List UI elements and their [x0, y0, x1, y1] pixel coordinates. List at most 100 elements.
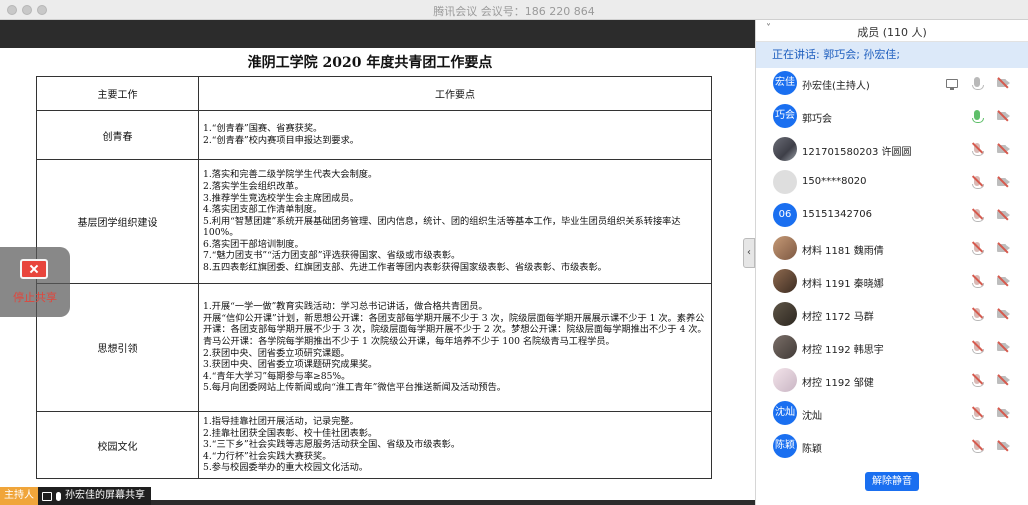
stop-share-icon: [20, 259, 48, 279]
camera-off-icon[interactable]: [997, 442, 1010, 450]
member-row[interactable]: 材料 1191 秦晓娜: [756, 266, 1028, 299]
member-row[interactable]: 材料 1181 魏雨倩: [756, 233, 1028, 266]
table-row: 创青春 1.“创青春”国赛、省赛获奖。 2.“创青春”校内赛项目申报达到要求。: [36, 110, 712, 160]
camera-off-icon[interactable]: [997, 145, 1010, 153]
avatar: [773, 335, 797, 359]
work-point-item: 5.利用“智慧团建”系统开展基础团务管理、团内信息，统计、团的组织生活等基本工作…: [203, 215, 681, 239]
member-name: 150****8020: [802, 176, 867, 187]
member-name: 15151342706: [802, 209, 872, 220]
mic-muted-icon[interactable]: [972, 275, 984, 288]
mic-muted-icon[interactable]: [972, 209, 984, 222]
share-status-bar: 主持人 孙宏佳的屏幕共享: [0, 487, 151, 505]
member-row[interactable]: 材控 1192 邹健: [756, 365, 1028, 398]
member-row[interactable]: 沈灿 沈灿: [756, 398, 1028, 431]
mic-muted-icon[interactable]: [972, 242, 984, 255]
members-panel: ˅ 成员 (110 人) 正在讲话: 郭巧会; 孙宏佳; 宏佳 孙宏佳(主持人) 巧…: [755, 20, 1028, 505]
members-panel-header: ˅ 成员 (110 人): [756, 20, 1028, 42]
table-header-row: 主要工作 工作要点: [36, 76, 712, 111]
mic-muted-icon[interactable]: [972, 176, 984, 189]
title-bar: 腾讯会议 会议号：186 220 864: [0, 0, 1028, 20]
screen-share-icon: [946, 79, 958, 90]
mic-muted-icon[interactable]: [972, 407, 984, 420]
shared-document: 淮阴工学院 2020 年度共青团工作要点 主要工作 工作要点 创青春 1.“创青春…: [0, 48, 755, 500]
work-points: 1.指导挂靠社团开展活动，记录完整。 2.挂靠社团获全国表彰、校十佳社团表彰。 3.…: [198, 411, 712, 479]
member-row[interactable]: 150****8020: [756, 167, 1028, 200]
work-point-item: 2.挂靠社团获全国表彰、校十佳社团表彰。: [203, 427, 378, 439]
member-row[interactable]: 06 15151342706: [756, 200, 1028, 233]
camera-off-icon[interactable]: [997, 343, 1010, 351]
screen-share-icon: [42, 491, 52, 501]
members-panel-title: 成员 (110 人): [857, 26, 927, 39]
avatar: 沈灿: [773, 401, 797, 425]
collapse-panel-handle[interactable]: ‹: [743, 238, 755, 268]
work-point-item: 1.指导挂靠社团开展活动，记录完整。: [203, 416, 359, 428]
microphone-icon[interactable]: [972, 110, 984, 123]
share-info: 孙宏佳的屏幕共享: [38, 487, 151, 505]
camera-off-icon[interactable]: [997, 112, 1010, 120]
member-name: 材料 1191 秦晓娜: [802, 279, 884, 290]
member-row[interactable]: 巧会 郭巧会: [756, 101, 1028, 134]
member-row[interactable]: 材控 1192 韩思宇: [756, 332, 1028, 365]
camera-off-icon[interactable]: [997, 178, 1010, 186]
member-row[interactable]: 121701580203 许圆圆: [756, 134, 1028, 167]
work-point-item: 1.“创青春”国赛、省赛获奖。: [203, 123, 323, 135]
work-point-item: 7.“魅力团支书”“活力团支部”评选获得国家、省级或市级表彰。: [203, 250, 461, 262]
work-point-item: 2.获团中央、团省委立项研究课题。: [203, 347, 350, 359]
avatar: 陈颖: [773, 434, 797, 458]
member-name: 陈颖: [802, 444, 822, 455]
meeting-window: 腾讯会议 会议号：186 220 864 淮阴工学院 2020 年度共青团工作要…: [0, 0, 1028, 505]
camera-off-icon[interactable]: [997, 310, 1010, 318]
camera-off-icon[interactable]: [997, 211, 1010, 219]
work-point-item: 1.开展“一学一做”教育实践活动：学习总书记讲话，做合格共青团员。: [203, 301, 488, 313]
mic-muted-icon[interactable]: [972, 308, 984, 321]
member-row[interactable]: 陈颖 陈颖: [756, 431, 1028, 464]
member-list: 宏佳 孙宏佳(主持人) 巧会 郭巧会 121701580203 许圆圆 150****80…: [756, 68, 1028, 464]
work-point-item: 5.参与校园委举办的重大校园文化活动。: [203, 462, 368, 474]
member-name: 材控 1192 邹健: [802, 378, 874, 389]
work-point-item: 开展“信仰公开课”计划，新思想公开课：各团支部每学期开展不少于 3 次，院级层面…: [203, 312, 707, 347]
share-info-text: 孙宏佳的屏幕共享: [65, 490, 145, 501]
avatar: [773, 170, 797, 194]
avatar: [773, 368, 797, 392]
camera-off-icon[interactable]: [997, 376, 1010, 384]
table-row: 思想引领 1.开展“一学一做”教育实践活动：学习总书记讲话，做合格共青团员。 开展“…: [36, 283, 712, 412]
work-point-item: 4.“青年大学习”每期参与率≥85%。: [203, 370, 351, 382]
work-point-item: 2.“创青春”校内赛项目申报达到要求。: [203, 135, 359, 146]
member-row[interactable]: 材控 1172 马群: [756, 299, 1028, 332]
microphone-icon: [56, 491, 61, 501]
document-title: 淮阴工学院 2020 年度共青团工作要点: [247, 55, 493, 71]
work-point-item: 1.落实和完善二级学院学生代表大会制度。: [203, 169, 378, 181]
camera-off-icon[interactable]: [997, 79, 1010, 87]
camera-off-icon[interactable]: [997, 409, 1010, 417]
stop-share-button[interactable]: 停止共享: [0, 247, 70, 317]
avatar: [773, 302, 797, 326]
unmute-button[interactable]: 解除静音: [865, 472, 919, 491]
column-header: 主要工作: [36, 76, 199, 111]
avatar: [773, 236, 797, 260]
mic-muted-icon[interactable]: [972, 374, 984, 387]
work-category: 校园文化: [36, 411, 199, 479]
member-name: 121701580203 许圆圆: [802, 147, 912, 158]
work-points: 1.“创青春”国赛、省赛获奖。 2.“创青春”校内赛项目申报达到要求。: [198, 110, 712, 160]
mic-muted-icon[interactable]: [972, 143, 984, 156]
work-point-item: 8.五四表彰红旗团委、红旗团支部、先进工作者等团内表彰获得国家级表彰、省级表彰、…: [203, 262, 607, 274]
mic-muted-icon[interactable]: [972, 341, 984, 354]
mic-muted-icon[interactable]: [972, 440, 984, 453]
member-name: 材料 1181 魏雨倩: [802, 246, 884, 257]
member-name: 孙宏佳(主持人): [802, 81, 870, 92]
member-name: 郭巧会: [802, 114, 832, 125]
camera-off-icon[interactable]: [997, 277, 1010, 285]
member-row[interactable]: 宏佳 孙宏佳(主持人): [756, 68, 1028, 101]
avatar: [773, 137, 797, 161]
screen-share-area: 淮阴工学院 2020 年度共青团工作要点 主要工作 工作要点 创青春 1.“创青春…: [0, 20, 755, 505]
member-name: 沈灿: [802, 411, 822, 422]
avatar: 06: [773, 203, 797, 227]
work-category: 创青春: [36, 110, 199, 160]
work-point-item: 6.落实团干部培训制度。: [203, 238, 304, 250]
member-name: 材控 1172 马群: [802, 312, 874, 323]
camera-off-icon[interactable]: [997, 244, 1010, 252]
table-row: 校园文化 1.指导挂靠社团开展活动，记录完整。 2.挂靠社团获全国表彰、校十佳社团表…: [36, 411, 712, 479]
microphone-icon[interactable]: [972, 77, 984, 90]
work-point-item: 3.“三下乡”社会实践等志愿服务活动获全国、省级及市级表彰。: [203, 439, 461, 451]
work-points-table: 主要工作 工作要点 创青春 1.“创青春”国赛、省赛获奖。 2.“创青春”校内赛项目…: [36, 76, 712, 479]
